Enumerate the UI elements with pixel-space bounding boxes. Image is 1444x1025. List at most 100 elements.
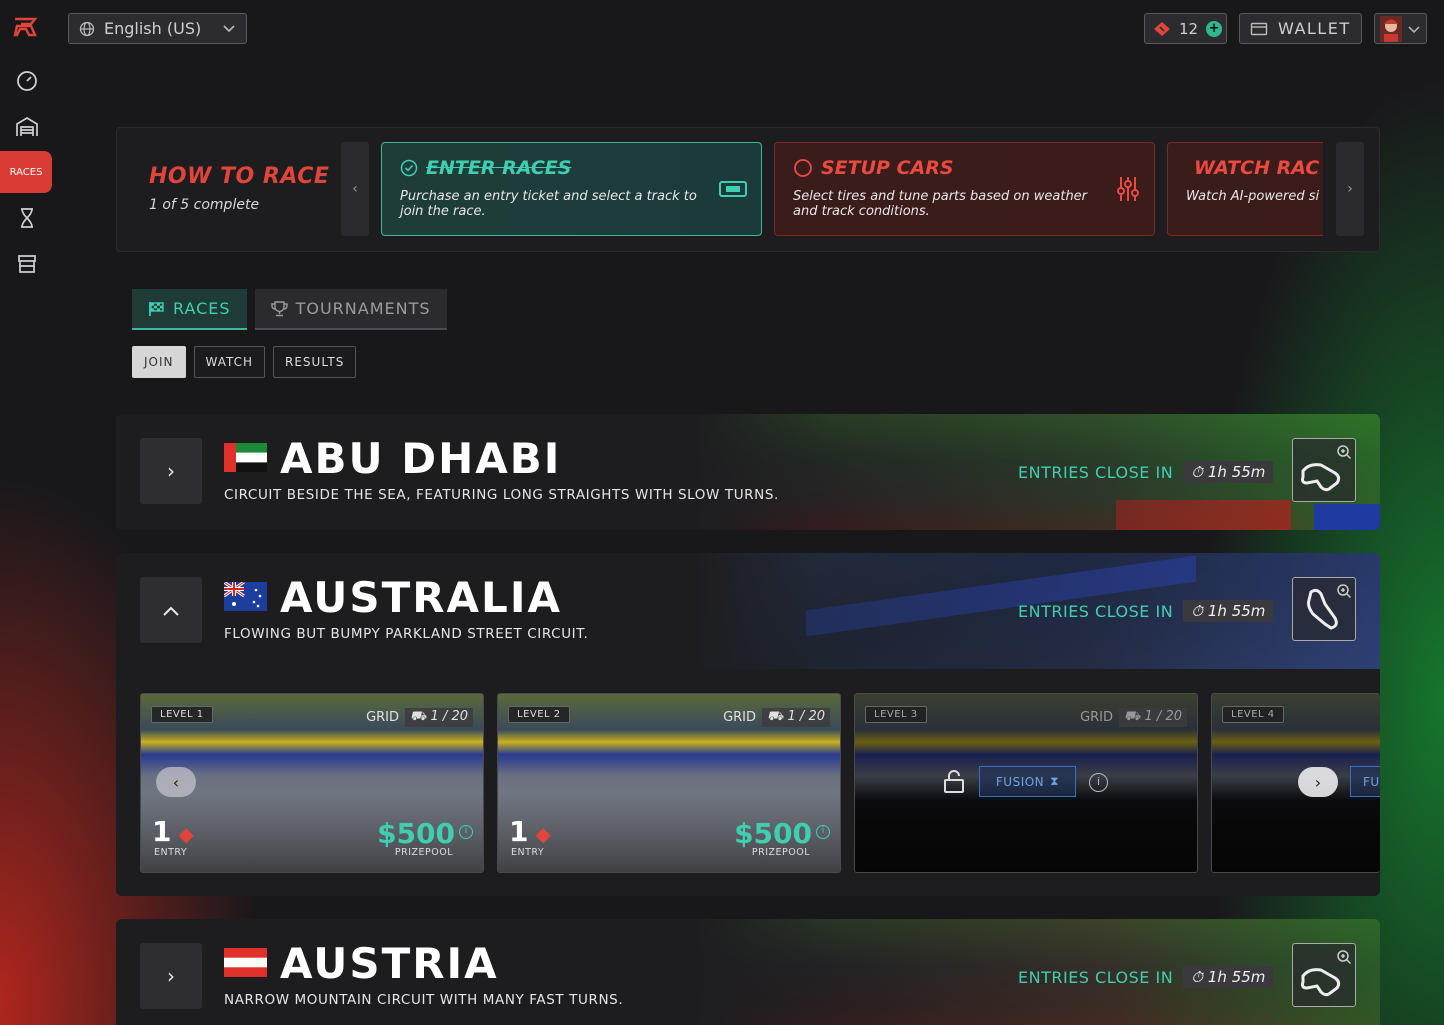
speedometer-icon[interactable] bbox=[13, 67, 41, 95]
store-icon[interactable] bbox=[13, 250, 41, 278]
step-setup-cars[interactable]: SETUP CARS Select tires and tune parts b… bbox=[774, 142, 1155, 236]
track-map-button[interactable] bbox=[1292, 943, 1356, 1007]
info-icon[interactable]: i bbox=[459, 825, 473, 839]
steps-prev-button[interactable]: ‹ bbox=[341, 142, 369, 236]
chevron-left-icon: ‹ bbox=[352, 181, 358, 197]
fusion-button[interactable]: FUSION ⧗ bbox=[979, 766, 1076, 797]
chevron-down-icon bbox=[1408, 19, 1420, 38]
fusion-label: FUSI bbox=[1363, 774, 1380, 789]
prizepool-label: PRIZEPOOL bbox=[751, 847, 810, 858]
globe-icon bbox=[79, 21, 95, 36]
level-badge: LEVEL 2 bbox=[508, 706, 570, 723]
steps-next-button[interactable]: › bbox=[1336, 142, 1364, 236]
track-map-button[interactable] bbox=[1292, 438, 1356, 502]
tab-tournaments[interactable]: TOURNAMENTS bbox=[254, 289, 447, 330]
dna-icon[interactable] bbox=[13, 204, 41, 232]
fusion-label: FUSION bbox=[995, 774, 1045, 789]
carousel-next-button[interactable]: › bbox=[1298, 767, 1338, 797]
car-icon: ⛟ bbox=[767, 709, 788, 724]
race-card-austria: › AUSTRIA NARROW MOUNTAIN CIRCUIT WITH M… bbox=[116, 919, 1380, 1025]
collapse-button[interactable] bbox=[140, 577, 202, 643]
sidebar: RACES bbox=[0, 0, 54, 1025]
subtab-results[interactable]: RESULTS bbox=[273, 346, 357, 378]
garage-icon[interactable] bbox=[13, 113, 41, 141]
step-watch-races[interactable]: WATCH RAC Watch AI-powered si strategy t… bbox=[1167, 142, 1323, 236]
race-header[interactable]: › AUSTRIA NARROW MOUNTAIN CIRCUIT WITH M… bbox=[116, 919, 1380, 1025]
race-name: AUSTRIA bbox=[280, 939, 499, 988]
carousel-prev-button[interactable]: ‹ bbox=[156, 767, 196, 797]
grid-value: 1 / 20 bbox=[430, 709, 468, 724]
tab-races[interactable]: RACES bbox=[132, 289, 247, 330]
chevron-left-icon: ‹ bbox=[172, 772, 180, 792]
stopwatch-icon: ⏱ bbox=[1191, 602, 1203, 620]
entries-label: ENTRIES CLOSE IN bbox=[1018, 967, 1174, 987]
timer-badge: ⏱ 1h 55m bbox=[1183, 600, 1274, 622]
ticket-icon bbox=[1154, 21, 1170, 36]
subtab-join[interactable]: JOIN bbox=[132, 346, 186, 378]
ticket-icon: ◆ bbox=[171, 822, 194, 846]
chevron-down-icon bbox=[222, 19, 236, 38]
prizepool-value: $500 bbox=[377, 817, 455, 850]
race-description: FLOWING BUT BUMPY PARKLAND STREET CIRCUI… bbox=[224, 626, 589, 642]
flag-austria-icon bbox=[224, 948, 267, 977]
wallet-label: WALLET bbox=[1278, 19, 1351, 38]
chevron-right-icon: › bbox=[1314, 772, 1322, 792]
entries-label: ENTRIES CLOSE IN bbox=[1018, 601, 1174, 621]
level-card-locked[interactable]: LEVEL 4 FUSI › bbox=[1211, 693, 1380, 873]
timer-value: 1h 55m bbox=[1207, 968, 1266, 986]
grid-info: GRID ⛟ 1 / 20 bbox=[366, 708, 473, 727]
expand-button[interactable]: › bbox=[140, 438, 202, 504]
stopwatch-icon: ⏱ bbox=[1191, 968, 1203, 986]
track-map-icon bbox=[1307, 584, 1352, 630]
entries-close: ENTRIES CLOSE IN ⏱ 1h 55m bbox=[1018, 600, 1274, 622]
profile-menu[interactable] bbox=[1374, 13, 1427, 44]
flag-australia-icon bbox=[224, 582, 267, 611]
circle-icon bbox=[794, 159, 812, 177]
subtab-watch[interactable]: WATCH bbox=[193, 346, 266, 378]
entry-cost: 1 ◆ bbox=[509, 815, 551, 848]
ticket-icon: ◆ bbox=[528, 822, 551, 846]
level-card-locked[interactable]: LEVEL 3 GRID ⛟ 1 / 20 FUSION ⧗ i bbox=[854, 693, 1198, 873]
entries-close: ENTRIES CLOSE IN ⏱ 1h 55m bbox=[1018, 461, 1274, 483]
car-icon: ⛟ bbox=[410, 709, 431, 724]
add-tickets-icon[interactable]: + bbox=[1206, 20, 1223, 37]
racino-logo[interactable] bbox=[13, 16, 41, 38]
unlock-icon bbox=[944, 770, 964, 793]
info-icon[interactable]: i bbox=[816, 825, 830, 839]
step-desc: Select tires and tune parts based on wea… bbox=[793, 189, 1088, 219]
level-badge: LEVEL 4 bbox=[1222, 706, 1284, 723]
wallet-button[interactable]: WALLET bbox=[1239, 13, 1362, 44]
fusion-button[interactable]: FUSI bbox=[1350, 766, 1380, 797]
language-select[interactable]: English (US) bbox=[68, 13, 247, 44]
race-header[interactable]: › ABU DHABI CIRCUIT BESIDE THE SEA, FEAT… bbox=[116, 414, 1380, 530]
step-desc: Watch AI-powered si strategy to life on … bbox=[1186, 189, 1323, 204]
trophy-icon bbox=[270, 301, 288, 317]
language-label: English (US) bbox=[104, 19, 202, 38]
grid-count: ⛟ 1 / 20 bbox=[1119, 708, 1187, 727]
info-icon[interactable]: i bbox=[1089, 773, 1108, 792]
race-header[interactable]: AUSTRALIA FLOWING BUT BUMPY PARKLAND STR… bbox=[116, 553, 1380, 669]
how-to-race-panel: HOW TO RACE 1 of 5 complete ‹ ENTER RACE… bbox=[116, 127, 1380, 252]
entry-value: 1 bbox=[509, 815, 529, 848]
race-description: NARROW MOUNTAIN CIRCUIT WITH MANY FAST T… bbox=[224, 992, 624, 1008]
main-tabs: RACES TOURNAMENTS bbox=[132, 289, 447, 330]
checkered-flag-icon bbox=[149, 301, 164, 316]
race-description: CIRCUIT BESIDE THE SEA, FEATURING LONG S… bbox=[224, 487, 779, 503]
tickets-button[interactable]: 12 + bbox=[1144, 13, 1227, 44]
step-enter-races[interactable]: ENTER RACES Purchase an entry ticket and… bbox=[381, 142, 762, 236]
track-map-button[interactable] bbox=[1292, 577, 1356, 641]
chevron-up-icon bbox=[162, 598, 180, 622]
race-card-australia: AUSTRALIA FLOWING BUT BUMPY PARKLAND STR… bbox=[116, 553, 1380, 896]
timer-badge: ⏱ 1h 55m bbox=[1183, 966, 1274, 988]
level-carousel: LEVEL 1 GRID ⛟ 1 / 20 ‹ 1 ◆ ENTRY $500 i … bbox=[116, 669, 1380, 896]
track-banner bbox=[1116, 500, 1291, 530]
race-card-abu-dhabi: › ABU DHABI CIRCUIT BESIDE THE SEA, FEAT… bbox=[116, 414, 1380, 530]
grid-count: ⛟ 1 / 20 bbox=[762, 708, 830, 727]
sidebar-item-races[interactable]: RACES bbox=[0, 151, 52, 193]
level-card[interactable]: LEVEL 2 GRID ⛟ 1 / 20 1 ◆ ENTRY $500 i PR… bbox=[497, 693, 841, 873]
entries-label: ENTRIES CLOSE IN bbox=[1018, 462, 1174, 482]
level-card[interactable]: LEVEL 1 GRID ⛟ 1 / 20 ‹ 1 ◆ ENTRY $500 i … bbox=[140, 693, 484, 873]
entries-close: ENTRIES CLOSE IN ⏱ 1h 55m bbox=[1018, 966, 1274, 988]
expand-button[interactable]: › bbox=[140, 943, 202, 1009]
grid-value: 1 / 20 bbox=[1144, 709, 1182, 724]
